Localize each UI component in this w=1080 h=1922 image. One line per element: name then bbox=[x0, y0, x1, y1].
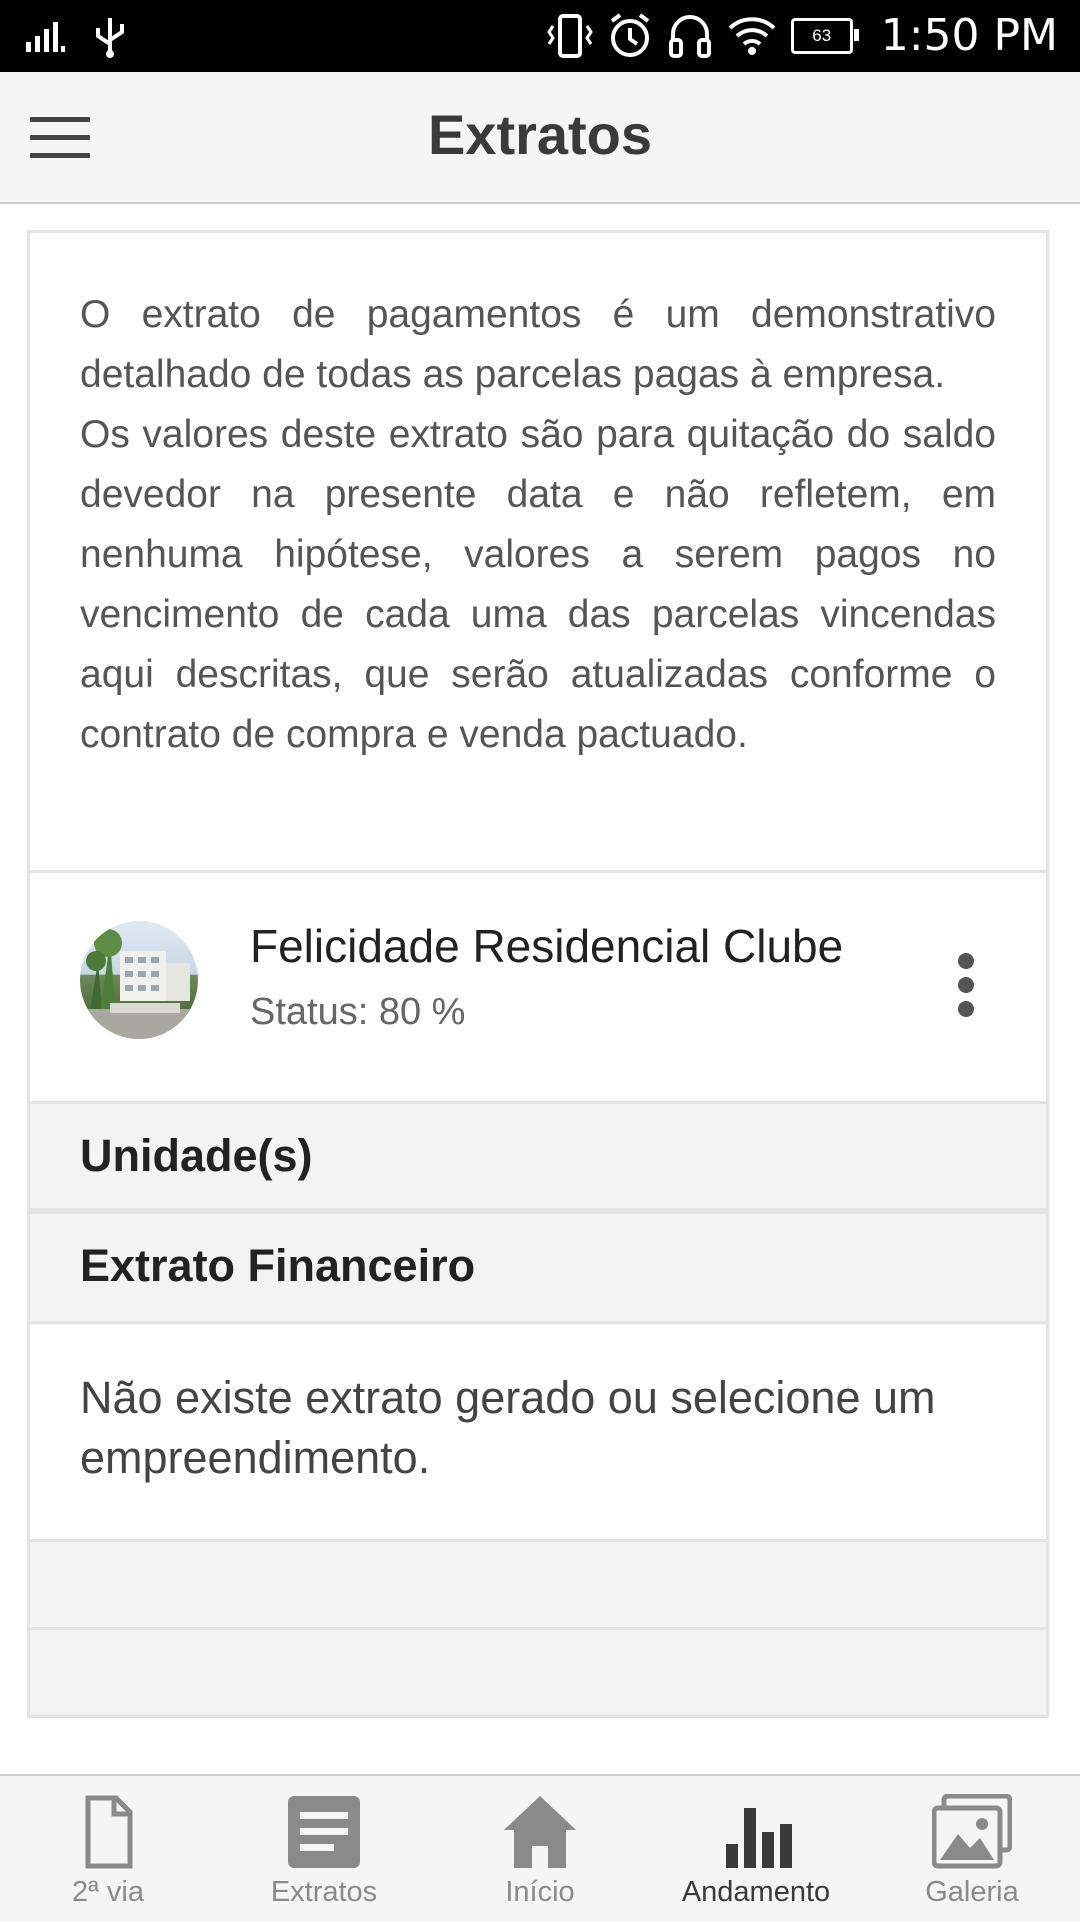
status-bar: 63 1:50 PM bbox=[0, 0, 1080, 72]
intro-paragraph-2: Os valores deste extrato são para quitaç… bbox=[80, 413, 996, 756]
home-icon bbox=[504, 1796, 576, 1868]
signal-icon bbox=[26, 22, 65, 52]
page-title: Extratos bbox=[427, 103, 653, 166]
headset-icon bbox=[668, 14, 711, 58]
nav-item-2a-via[interactable]: 2ª via bbox=[0, 1776, 216, 1922]
wifi-icon bbox=[728, 16, 776, 55]
financial-statement-label: Extrato Financeiro bbox=[80, 1240, 476, 1291]
blank-row bbox=[30, 1542, 1046, 1630]
nav-item-galeria[interactable]: Galeria bbox=[864, 1776, 1080, 1922]
nav-item-andamento[interactable]: Andamento bbox=[648, 1776, 864, 1922]
statement-icon bbox=[288, 1796, 360, 1868]
extract-card: O extrato de pagamentos é um demonstrati… bbox=[27, 230, 1049, 1718]
project-name: Felicidade Residencial Clube bbox=[250, 920, 844, 972]
vibrate-icon bbox=[546, 13, 593, 58]
more-vertical-icon[interactable] bbox=[958, 953, 978, 1023]
bottom-navigation: 2ª via Extratos Início Andamento Galeria bbox=[0, 1774, 1080, 1922]
nav-item-inicio[interactable]: Início bbox=[432, 1776, 648, 1922]
blank-row bbox=[30, 1630, 1046, 1718]
nav-label-inicio: Início bbox=[505, 1876, 575, 1908]
nav-label-2a-via: 2ª via bbox=[72, 1876, 144, 1908]
alarm-icon bbox=[610, 12, 649, 57]
nav-label-galeria: Galeria bbox=[925, 1876, 1019, 1908]
project-status: Status: 80 % bbox=[250, 991, 466, 1033]
project-row[interactable]: Felicidade Residencial Clube Status: 80 … bbox=[30, 873, 1046, 1104]
empty-statement-message: Não existe extrato gerado ou selecione u… bbox=[30, 1324, 1046, 1542]
financial-statement-header[interactable]: Extrato Financeiro bbox=[30, 1214, 1046, 1324]
gallery-icon bbox=[932, 1794, 1012, 1869]
nav-label-extratos: Extratos bbox=[270, 1876, 378, 1908]
units-header[interactable]: Unidade(s) bbox=[30, 1104, 1046, 1214]
units-label: Unidade(s) bbox=[80, 1130, 313, 1181]
document-icon bbox=[85, 1795, 133, 1869]
bar-chart-icon bbox=[726, 1808, 792, 1868]
status-time: 1:50 PM bbox=[880, 10, 1058, 61]
app-bar: Extratos bbox=[0, 72, 1080, 204]
intro-text: O extrato de pagamentos é um demonstrati… bbox=[30, 233, 1046, 873]
building-photo bbox=[80, 929, 198, 1039]
project-avatar bbox=[80, 921, 198, 1039]
intro-paragraph-1: O extrato de pagamentos é um demonstrati… bbox=[80, 293, 996, 396]
nav-item-extratos[interactable]: Extratos bbox=[216, 1776, 432, 1922]
battery-level: 63 bbox=[812, 25, 832, 45]
nav-label-andamento: Andamento bbox=[681, 1876, 831, 1908]
usb-icon bbox=[96, 18, 124, 58]
battery-icon: 63 bbox=[790, 17, 859, 54]
